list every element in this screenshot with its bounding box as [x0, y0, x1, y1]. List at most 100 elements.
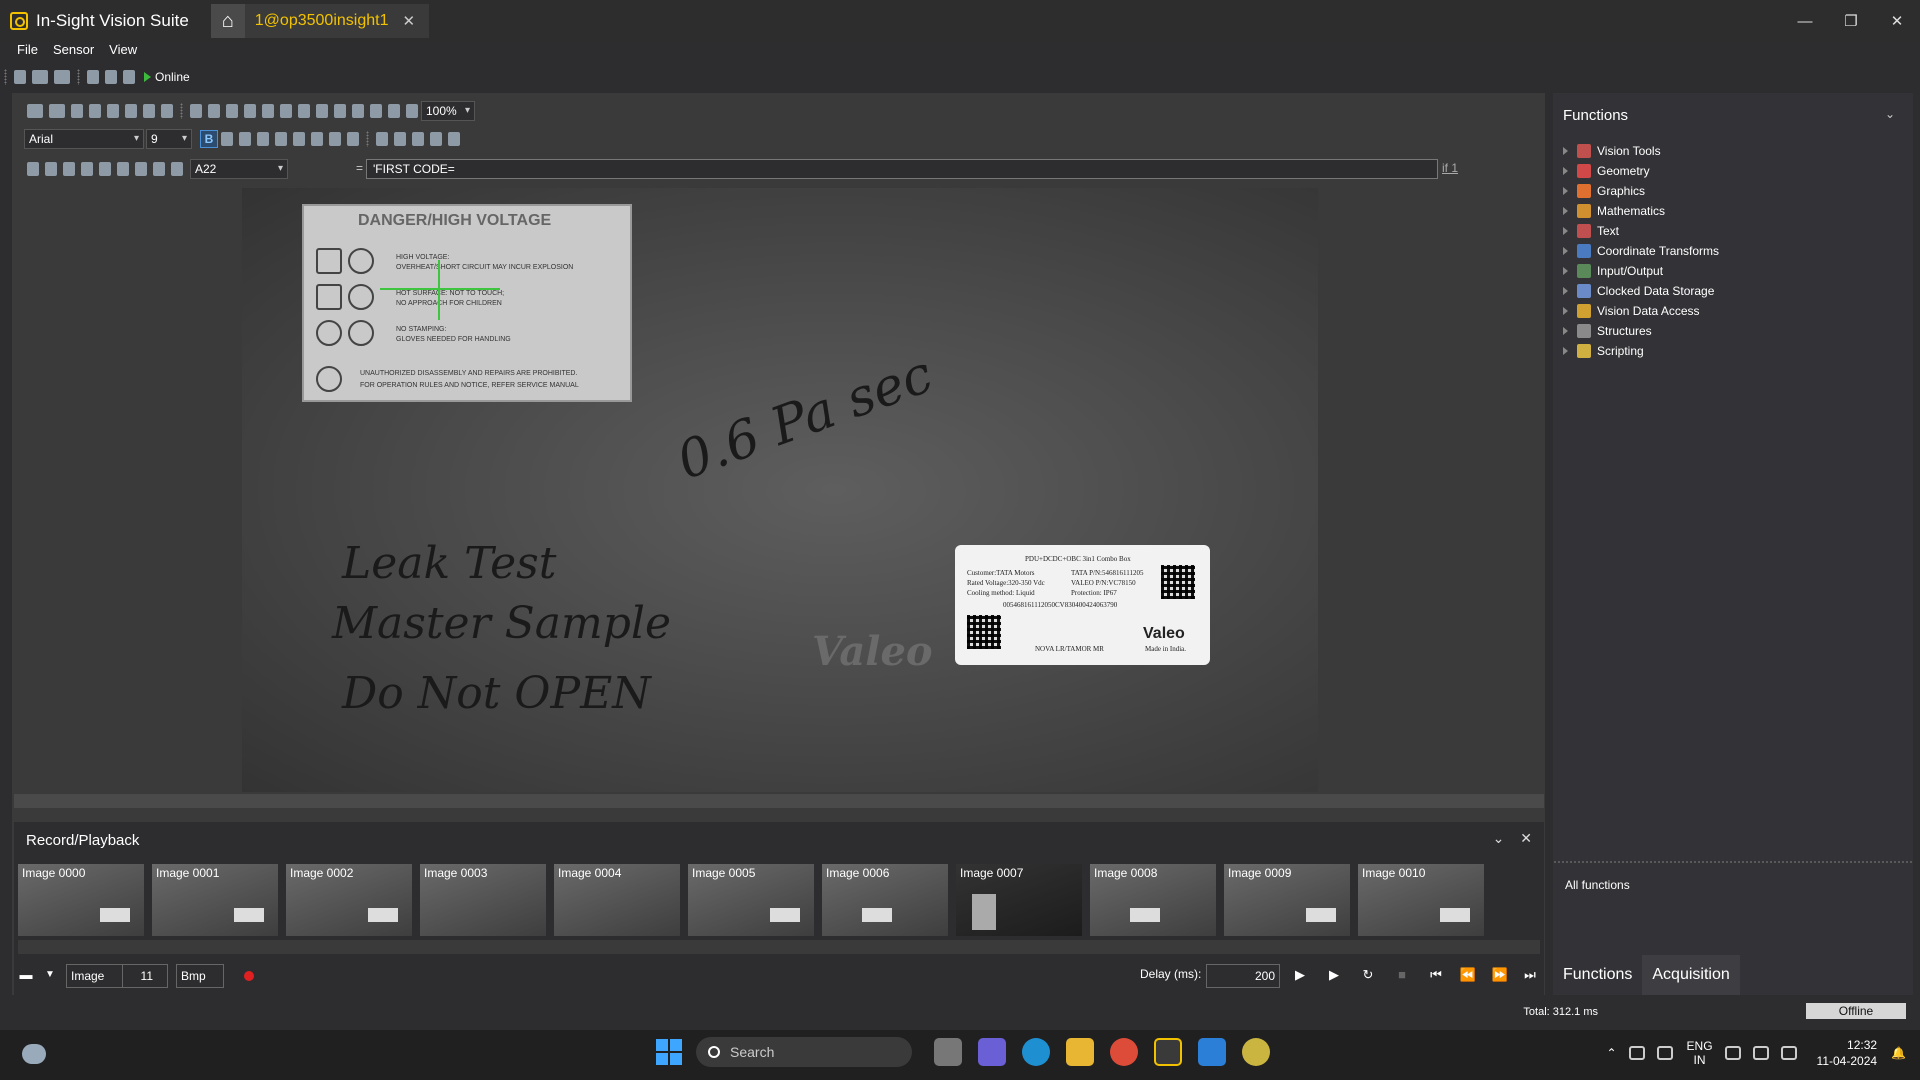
sensor-icon[interactable] [123, 70, 135, 84]
grid-icon[interactable] [262, 104, 274, 118]
expand-arrow-icon[interactable] [1563, 147, 1568, 155]
thumbnail-scrollbar[interactable] [18, 940, 1540, 954]
loop-icon[interactable]: ↻ [1358, 965, 1378, 985]
zoom-in-icon[interactable] [190, 104, 202, 118]
font-dropdown[interactable]: Arial ▾ [24, 129, 144, 149]
last-frame-icon[interactable]: ⏭ [1520, 965, 1540, 985]
chevron-up-icon[interactable]: ⌃ [1606, 1046, 1616, 1060]
image-count-stepper[interactable]: 11 [122, 964, 168, 988]
cut-icon[interactable] [71, 104, 83, 118]
function-category[interactable]: Scripting [1563, 341, 1719, 361]
minimize-button[interactable]: — [1782, 0, 1828, 42]
spreadsheet-view-icon[interactable] [45, 162, 57, 176]
restore-button[interactable]: ❐ [1828, 0, 1874, 42]
sync-icon[interactable] [1656, 1046, 1673, 1060]
trigger-icon[interactable] [105, 70, 117, 84]
spreadsheet-icon[interactable] [352, 104, 364, 118]
expand-arrow-icon[interactable] [1563, 227, 1568, 235]
if-link[interactable]: if 1 [1442, 161, 1458, 175]
paint-icon[interactable] [1198, 1038, 1226, 1066]
zoom-fill-icon[interactable] [244, 104, 256, 118]
rewind-icon[interactable]: ⏪ [1458, 965, 1478, 985]
battery-icon[interactable] [1780, 1046, 1797, 1060]
function-category[interactable]: Mathematics [1563, 201, 1719, 221]
thumbnail[interactable]: Image 0004 [554, 864, 680, 936]
cloud-icon[interactable] [1628, 1046, 1645, 1060]
expand-arrow-icon[interactable] [1563, 307, 1568, 315]
close-tab-icon[interactable]: ✕ [402, 12, 415, 30]
expand-arrow-icon[interactable] [1563, 247, 1568, 255]
cell-state-icon[interactable] [27, 162, 39, 176]
function-category[interactable]: Clocked Data Storage [1563, 281, 1719, 301]
task-view-icon[interactable] [934, 1038, 962, 1066]
menu-sensor[interactable]: Sensor [47, 40, 103, 60]
fast-forward-icon[interactable]: ⏩ [1490, 965, 1510, 985]
function-category[interactable]: Graphics [1563, 181, 1719, 201]
pointer-icon[interactable] [87, 70, 99, 84]
formula-input[interactable]: 'FIRST CODE= [366, 159, 1438, 179]
select-icon[interactable] [81, 162, 93, 176]
chevron-down-icon[interactable]: ▼ [40, 965, 60, 985]
zoom-fit-icon[interactable] [226, 104, 238, 118]
save-icon[interactable] [54, 70, 70, 84]
function-category[interactable]: Vision Data Access [1563, 301, 1719, 321]
thumbnail[interactable]: Image 0005 [688, 864, 814, 936]
close-icon[interactable]: ✕ [1520, 830, 1532, 846]
language-indicator[interactable]: ENG IN [1687, 1039, 1713, 1067]
border-icon[interactable] [293, 132, 305, 146]
function-category[interactable]: Input/Output [1563, 261, 1719, 281]
thumbnail[interactable]: Image 0000 [18, 864, 144, 936]
chat-icon[interactable] [978, 1038, 1006, 1066]
folder-icon[interactable]: ▬ [16, 965, 36, 985]
zoom-dropdown[interactable]: 100% ▾ [421, 101, 475, 121]
properties-icon[interactable] [448, 132, 460, 146]
comment-icon[interactable] [135, 162, 147, 176]
warning-icon[interactable] [430, 132, 442, 146]
table-icon[interactable] [370, 104, 382, 118]
insight-explorer-icon[interactable] [1242, 1038, 1270, 1066]
menu-file[interactable]: File [0, 40, 47, 60]
chrome-icon[interactable] [1110, 1038, 1138, 1066]
online-toggle-button[interactable]: Online [144, 70, 190, 84]
play-icon[interactable]: ▶ [1324, 965, 1344, 985]
expand-arrow-icon[interactable] [1563, 267, 1568, 275]
expand-arrow-icon[interactable] [1563, 327, 1568, 335]
thumbnail[interactable]: Image 0003 [420, 864, 546, 936]
function-category[interactable]: Geometry [1563, 161, 1719, 181]
image-icon[interactable] [298, 104, 310, 118]
stop-icon[interactable]: ■ [1392, 965, 1412, 985]
first-frame-icon[interactable]: ⏮ [1426, 965, 1446, 985]
collapse-icon[interactable]: ⌄ [1493, 830, 1505, 846]
align-left-icon[interactable] [239, 132, 251, 146]
align-center-icon[interactable] [257, 132, 269, 146]
thumbnail[interactable]: Image 0006 [822, 864, 948, 936]
thumbnail[interactable]: Image 0001 [152, 864, 278, 936]
thumbnail[interactable]: Image 0007 [956, 864, 1082, 936]
layout-icon[interactable] [334, 104, 346, 118]
camera-image[interactable]: DANGER/HIGH VOLTAGE HIGH VOLTAGE: OVERHE… [242, 188, 1318, 792]
tab-acquisition[interactable]: Acquisition [1642, 955, 1740, 995]
expand-arrow-icon[interactable] [1563, 187, 1568, 195]
file-explorer-icon[interactable] [1066, 1038, 1094, 1066]
expand-arrow-icon[interactable] [1563, 287, 1568, 295]
format-dropdown[interactable]: Bmp [176, 964, 224, 988]
toolbar-grip[interactable] [77, 69, 80, 85]
zoom-out-icon[interactable] [208, 104, 220, 118]
open-job-icon[interactable] [27, 104, 43, 118]
listbox-icon[interactable] [171, 162, 183, 176]
bold-button[interactable]: B [200, 130, 218, 148]
overlay-icon[interactable] [406, 104, 418, 118]
thumbnail[interactable]: Image 0009 [1224, 864, 1350, 936]
edge-icon[interactable] [1022, 1038, 1050, 1066]
taskbar-search[interactable]: Search [696, 1037, 912, 1067]
clock[interactable]: 12:32 11-04-2024 [1817, 1037, 1878, 1069]
region-icon[interactable] [99, 162, 111, 176]
expand-arrow-icon[interactable] [1563, 167, 1568, 175]
network-icon[interactable] [1724, 1046, 1741, 1060]
function-category[interactable]: Text [1563, 221, 1719, 241]
function-category[interactable]: Structures [1563, 321, 1719, 341]
toolbar-grip[interactable] [180, 103, 183, 119]
expand-arrow-icon[interactable] [1563, 207, 1568, 215]
thumbnail[interactable]: Image 0008 [1090, 864, 1216, 936]
save-job-icon[interactable] [49, 104, 65, 118]
